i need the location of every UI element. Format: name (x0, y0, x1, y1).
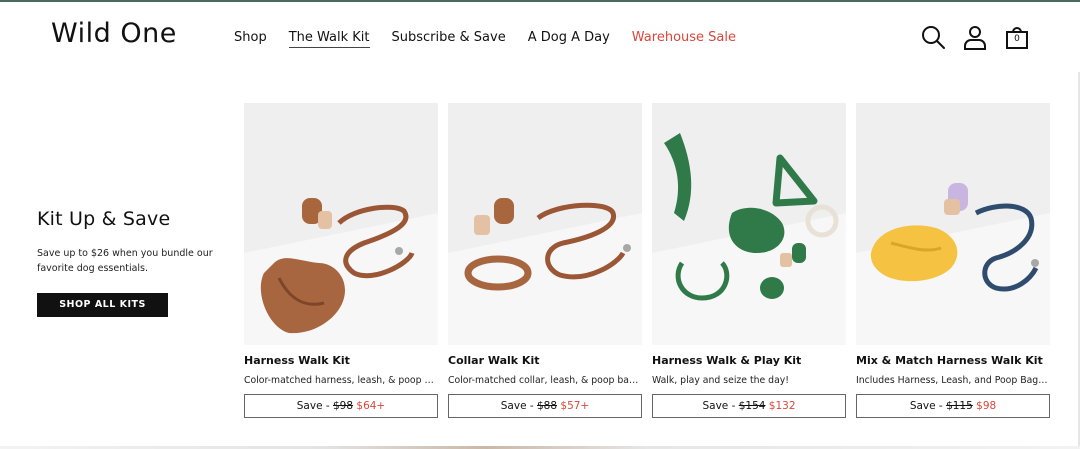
save-label: Save - (702, 400, 736, 412)
product-title[interactable]: Harness Walk & Play Kit (652, 354, 846, 368)
product-title[interactable]: Harness Walk Kit (244, 354, 438, 368)
shop-all-kits-button[interactable]: SHOP ALL KITS (37, 293, 168, 317)
cart-count: 0 (1014, 34, 1020, 44)
save-price-button[interactable]: Save - $115 $98 (856, 394, 1050, 418)
product-desc: Includes Harness, Leash, and Poop Bag Ca… (856, 375, 1050, 386)
save-label: Save - (909, 400, 943, 412)
search-icon[interactable] (920, 24, 946, 50)
old-price: $154 (738, 400, 766, 412)
product-card[interactable]: Collar Walk Kit Color-matched collar, le… (448, 103, 642, 418)
old-price: $115 (946, 400, 973, 412)
product-image[interactable] (244, 103, 438, 345)
product-desc: Color-matched harness, leash, & poop bag… (244, 375, 438, 386)
new-price: $64+ (356, 400, 386, 412)
product-desc: Color-matched collar, leash, & poop bag … (448, 375, 642, 386)
site-header: Wild One Shop The Walk Kit Subscribe & S… (0, 2, 1080, 72)
product-image[interactable] (856, 103, 1050, 345)
old-price: $98 (333, 400, 354, 412)
save-price-button[interactable]: Save - $98 $64+ (244, 394, 438, 418)
new-price: $132 (768, 400, 796, 412)
promo-block: Kit Up & Save Save up to $26 when you bu… (37, 208, 227, 317)
product-title[interactable]: Mix & Match Harness Walk Kit (856, 354, 1050, 368)
save-price-button[interactable]: Save - $88 $57+ (448, 394, 642, 418)
nav-item-shop[interactable]: Shop (234, 30, 267, 48)
nav-item-warehouse-sale[interactable]: Warehouse Sale (632, 30, 736, 48)
promo-title: Kit Up & Save (37, 208, 171, 230)
cart-icon[interactable]: 0 (1004, 24, 1030, 50)
nav-item-subscribe[interactable]: Subscribe & Save (392, 30, 506, 48)
product-image[interactable] (448, 103, 642, 345)
save-label: Save - (500, 400, 534, 412)
product-card[interactable]: Harness Walk & Play Kit Walk, play and s… (652, 103, 846, 418)
new-price: $57+ (560, 400, 590, 412)
nav-item-walk-kit[interactable]: The Walk Kit (288, 30, 370, 48)
product-card[interactable]: Mix & Match Harness Walk Kit Includes Ha… (856, 103, 1050, 418)
save-label: Save - (296, 400, 330, 412)
product-desc: Walk, play and seize the day! (652, 375, 789, 386)
header-icons: 0 (920, 24, 1046, 50)
old-price: $88 (537, 400, 558, 412)
account-icon[interactable] (962, 24, 988, 50)
promo-text: Save up to $26 when you bundle our favor… (37, 248, 213, 274)
save-price-button[interactable]: Save - $154 $132 (652, 394, 846, 418)
kit-cards: Harness Walk Kit Color-matched harness, … (244, 103, 1060, 418)
nav-item-dog-a-day[interactable]: A Dog A Day (528, 30, 610, 48)
product-image[interactable] (652, 103, 846, 345)
main-nav: Shop The Walk Kit Subscribe & Save A Dog… (234, 30, 758, 48)
product-card[interactable]: Harness Walk Kit Color-matched harness, … (244, 103, 438, 418)
brand-logo[interactable]: Wild One (51, 18, 177, 49)
new-price: $98 (976, 400, 997, 412)
product-title[interactable]: Collar Walk Kit (448, 354, 642, 368)
